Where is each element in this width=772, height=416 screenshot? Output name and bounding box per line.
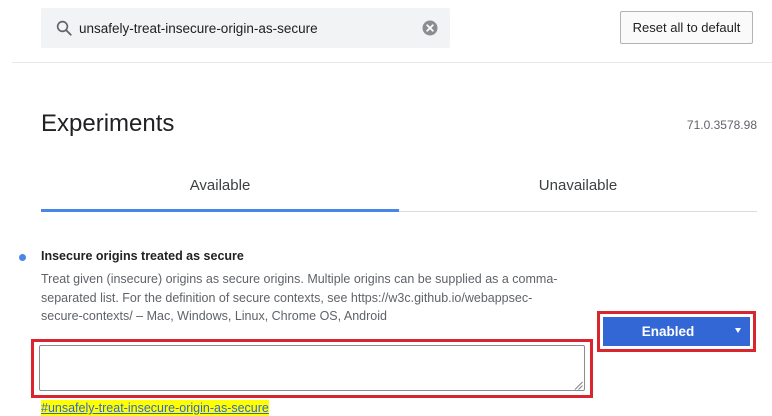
flags-page: Reset all to default Experiments 71.0.35… (0, 0, 772, 416)
experiment-permalink[interactable]: #unsafely-treat-insecure-origin-as-secur… (41, 400, 269, 416)
tab-available[interactable]: Available (41, 168, 399, 210)
resize-grip-icon[interactable] (574, 381, 583, 390)
page-title: Experiments (41, 110, 175, 137)
close-circle-icon[interactable] (422, 20, 438, 36)
experiment-description: Treat given (insecure) origins as secure… (41, 272, 558, 323)
origins-textarea[interactable] (39, 345, 585, 391)
search-icon (56, 20, 72, 36)
search-input[interactable] (79, 8, 409, 48)
tab-unavailable[interactable]: Unavailable (399, 168, 757, 210)
experiment-status-dot (19, 254, 26, 261)
experiment-name: Insecure origins treated as secure (41, 249, 244, 263)
active-tab-indicator (41, 209, 399, 212)
header-divider (12, 62, 772, 63)
reset-all-button[interactable]: Reset all to default (620, 11, 753, 44)
version-label: 71.0.3578.98 (686, 118, 757, 132)
chevron-down-icon (735, 328, 741, 333)
experiment-state-select[interactable]: Enabled (603, 317, 750, 346)
search-box[interactable] (41, 8, 450, 48)
state-select-label: Enabled (641, 324, 695, 339)
